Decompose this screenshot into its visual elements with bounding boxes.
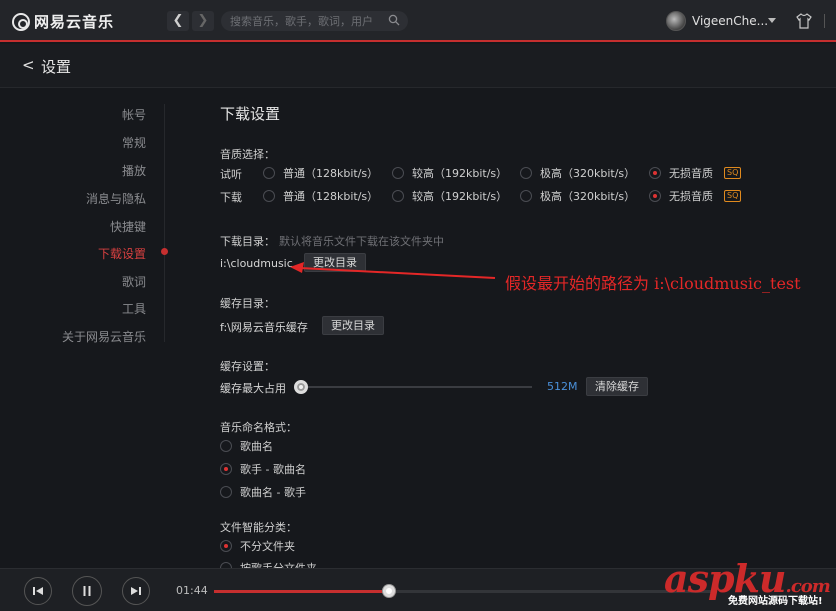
radio-download-lossless[interactable]: 无损音质 SQ [649, 188, 742, 204]
slider-handle[interactable] [294, 380, 308, 394]
nav-active-indicator [161, 248, 168, 255]
radio-ring[interactable] [392, 167, 404, 179]
cache-size-slider[interactable] [294, 380, 532, 394]
skin-shirt-icon[interactable] [796, 13, 812, 29]
radio-ring[interactable] [220, 540, 232, 552]
radio-ring[interactable] [220, 440, 232, 452]
app-logo[interactable]: 网易云音乐 [12, 11, 114, 32]
pause-icon [83, 586, 91, 596]
radio-ring[interactable] [263, 167, 275, 179]
search-box[interactable] [221, 11, 408, 31]
app-brand: 网易云音乐 [34, 13, 115, 31]
download-dir-path: i:\cloudmusic [220, 257, 293, 270]
radio-naming-artist-song[interactable]: 歌手 - 歌曲名 [220, 461, 306, 477]
forward-nav-button[interactable]: ❯ [192, 11, 214, 31]
quality-row-label: 下载 [220, 191, 242, 204]
quality-label: 音质选择： [220, 148, 275, 161]
radio-download-320[interactable]: 极高（320kbit/s） [520, 188, 635, 204]
cache-settings-label: 缓存设置： [220, 360, 275, 373]
nav-item-playback[interactable]: 播放 [122, 162, 146, 179]
clear-cache-button[interactable]: 清除缓存 [586, 377, 648, 396]
annotation-text: 假设最开始的路径为 i:\cloudmusic_test [505, 274, 801, 293]
radio-naming-song[interactable]: 歌曲名 [220, 438, 273, 454]
quality-row-label: 试听 [220, 168, 242, 181]
radio-ring[interactable] [263, 190, 275, 202]
search-icon[interactable] [388, 14, 400, 26]
radio-preview-320[interactable]: 极高（320kbit/s） [520, 165, 635, 181]
progress-fill [214, 590, 389, 593]
radio-download-128[interactable]: 普通（128kbit/s） [263, 188, 378, 204]
naming-label: 音乐命名格式： [220, 421, 297, 434]
title-bar: 网易云音乐 ❮ ❯ VigeenChe... [0, 0, 836, 42]
classify-label: 文件智能分类： [220, 521, 297, 534]
next-button[interactable] [122, 577, 150, 605]
netease-logo-icon [12, 12, 30, 31]
cache-dir-label: 缓存目录： [220, 297, 275, 310]
radio-ring[interactable] [520, 190, 532, 202]
next-icon [131, 587, 141, 595]
page-header: < 设置 [0, 44, 836, 88]
annotation-arrow [290, 262, 496, 279]
nav-item-privacy[interactable]: 消息与隐私 [86, 190, 146, 207]
download-dir-hint: 默认将音乐文件下载在该文件夹中 [279, 235, 444, 248]
nav-item-account[interactable]: 帐号 [122, 106, 146, 123]
avatar[interactable] [666, 11, 686, 31]
page-title: 设置 [41, 58, 72, 76]
divider [824, 14, 825, 28]
progress-handle[interactable] [383, 585, 395, 597]
nav-item-lyrics[interactable]: 歌词 [122, 273, 146, 290]
cache-size-value: 512M [547, 380, 578, 393]
radio-download-192[interactable]: 较高（192kbit/s） [392, 188, 507, 204]
nav-item-tools[interactable]: 工具 [122, 300, 146, 317]
nav-item-about[interactable]: 关于网易云音乐 [62, 328, 146, 345]
radio-preview-128[interactable]: 普通（128kbit/s） [263, 165, 378, 181]
cache-max-label: 缓存最大占用 [220, 382, 286, 395]
username[interactable]: VigeenChe... [692, 14, 768, 28]
nav-item-shortcuts[interactable]: 快捷键 [110, 218, 146, 235]
nav-item-general[interactable]: 常规 [122, 134, 146, 151]
change-cache-dir-button[interactable]: 更改目录 [322, 316, 384, 335]
back-button[interactable]: < [22, 56, 35, 74]
previous-button[interactable] [24, 577, 52, 605]
nav-track [164, 104, 165, 342]
playback-progress[interactable] [214, 585, 714, 597]
radio-preview-192[interactable]: 较高（192kbit/s） [392, 165, 507, 181]
section-title: 下载设置 [220, 105, 281, 123]
download-dir-label: 下载目录： [220, 235, 275, 248]
radio-ring[interactable] [649, 167, 661, 179]
back-nav-button[interactable]: ❮ [167, 11, 189, 31]
radio-ring[interactable] [649, 190, 661, 202]
radio-naming-song-artist[interactable]: 歌曲名 - 歌手 [220, 484, 306, 500]
radio-ring[interactable] [220, 486, 232, 498]
sq-badge: SQ [724, 167, 742, 179]
search-input[interactable] [230, 14, 380, 28]
radio-ring[interactable] [520, 167, 532, 179]
watermark-subtitle: 免费网站源码下载站! [728, 596, 823, 607]
radio-ring[interactable] [220, 463, 232, 475]
previous-icon [33, 587, 43, 595]
cache-dir-path: f:\网易云音乐缓存 [220, 321, 308, 334]
user-menu[interactable]: VigeenChe... [666, 11, 768, 31]
pause-button[interactable] [72, 576, 102, 606]
chevron-down-icon[interactable] [768, 18, 776, 23]
download-dir-heading: 下载目录： 默认将音乐文件下载在该文件夹中 [220, 233, 444, 249]
nav-item-download[interactable]: 下载设置 [98, 245, 146, 262]
radio-preview-lossless[interactable]: 无损音质 SQ [649, 165, 742, 181]
radio-classify-none[interactable]: 不分文件夹 [220, 538, 295, 554]
elapsed-time: 01:44 [176, 584, 208, 597]
radio-ring[interactable] [392, 190, 404, 202]
sq-badge: SQ [724, 190, 742, 202]
